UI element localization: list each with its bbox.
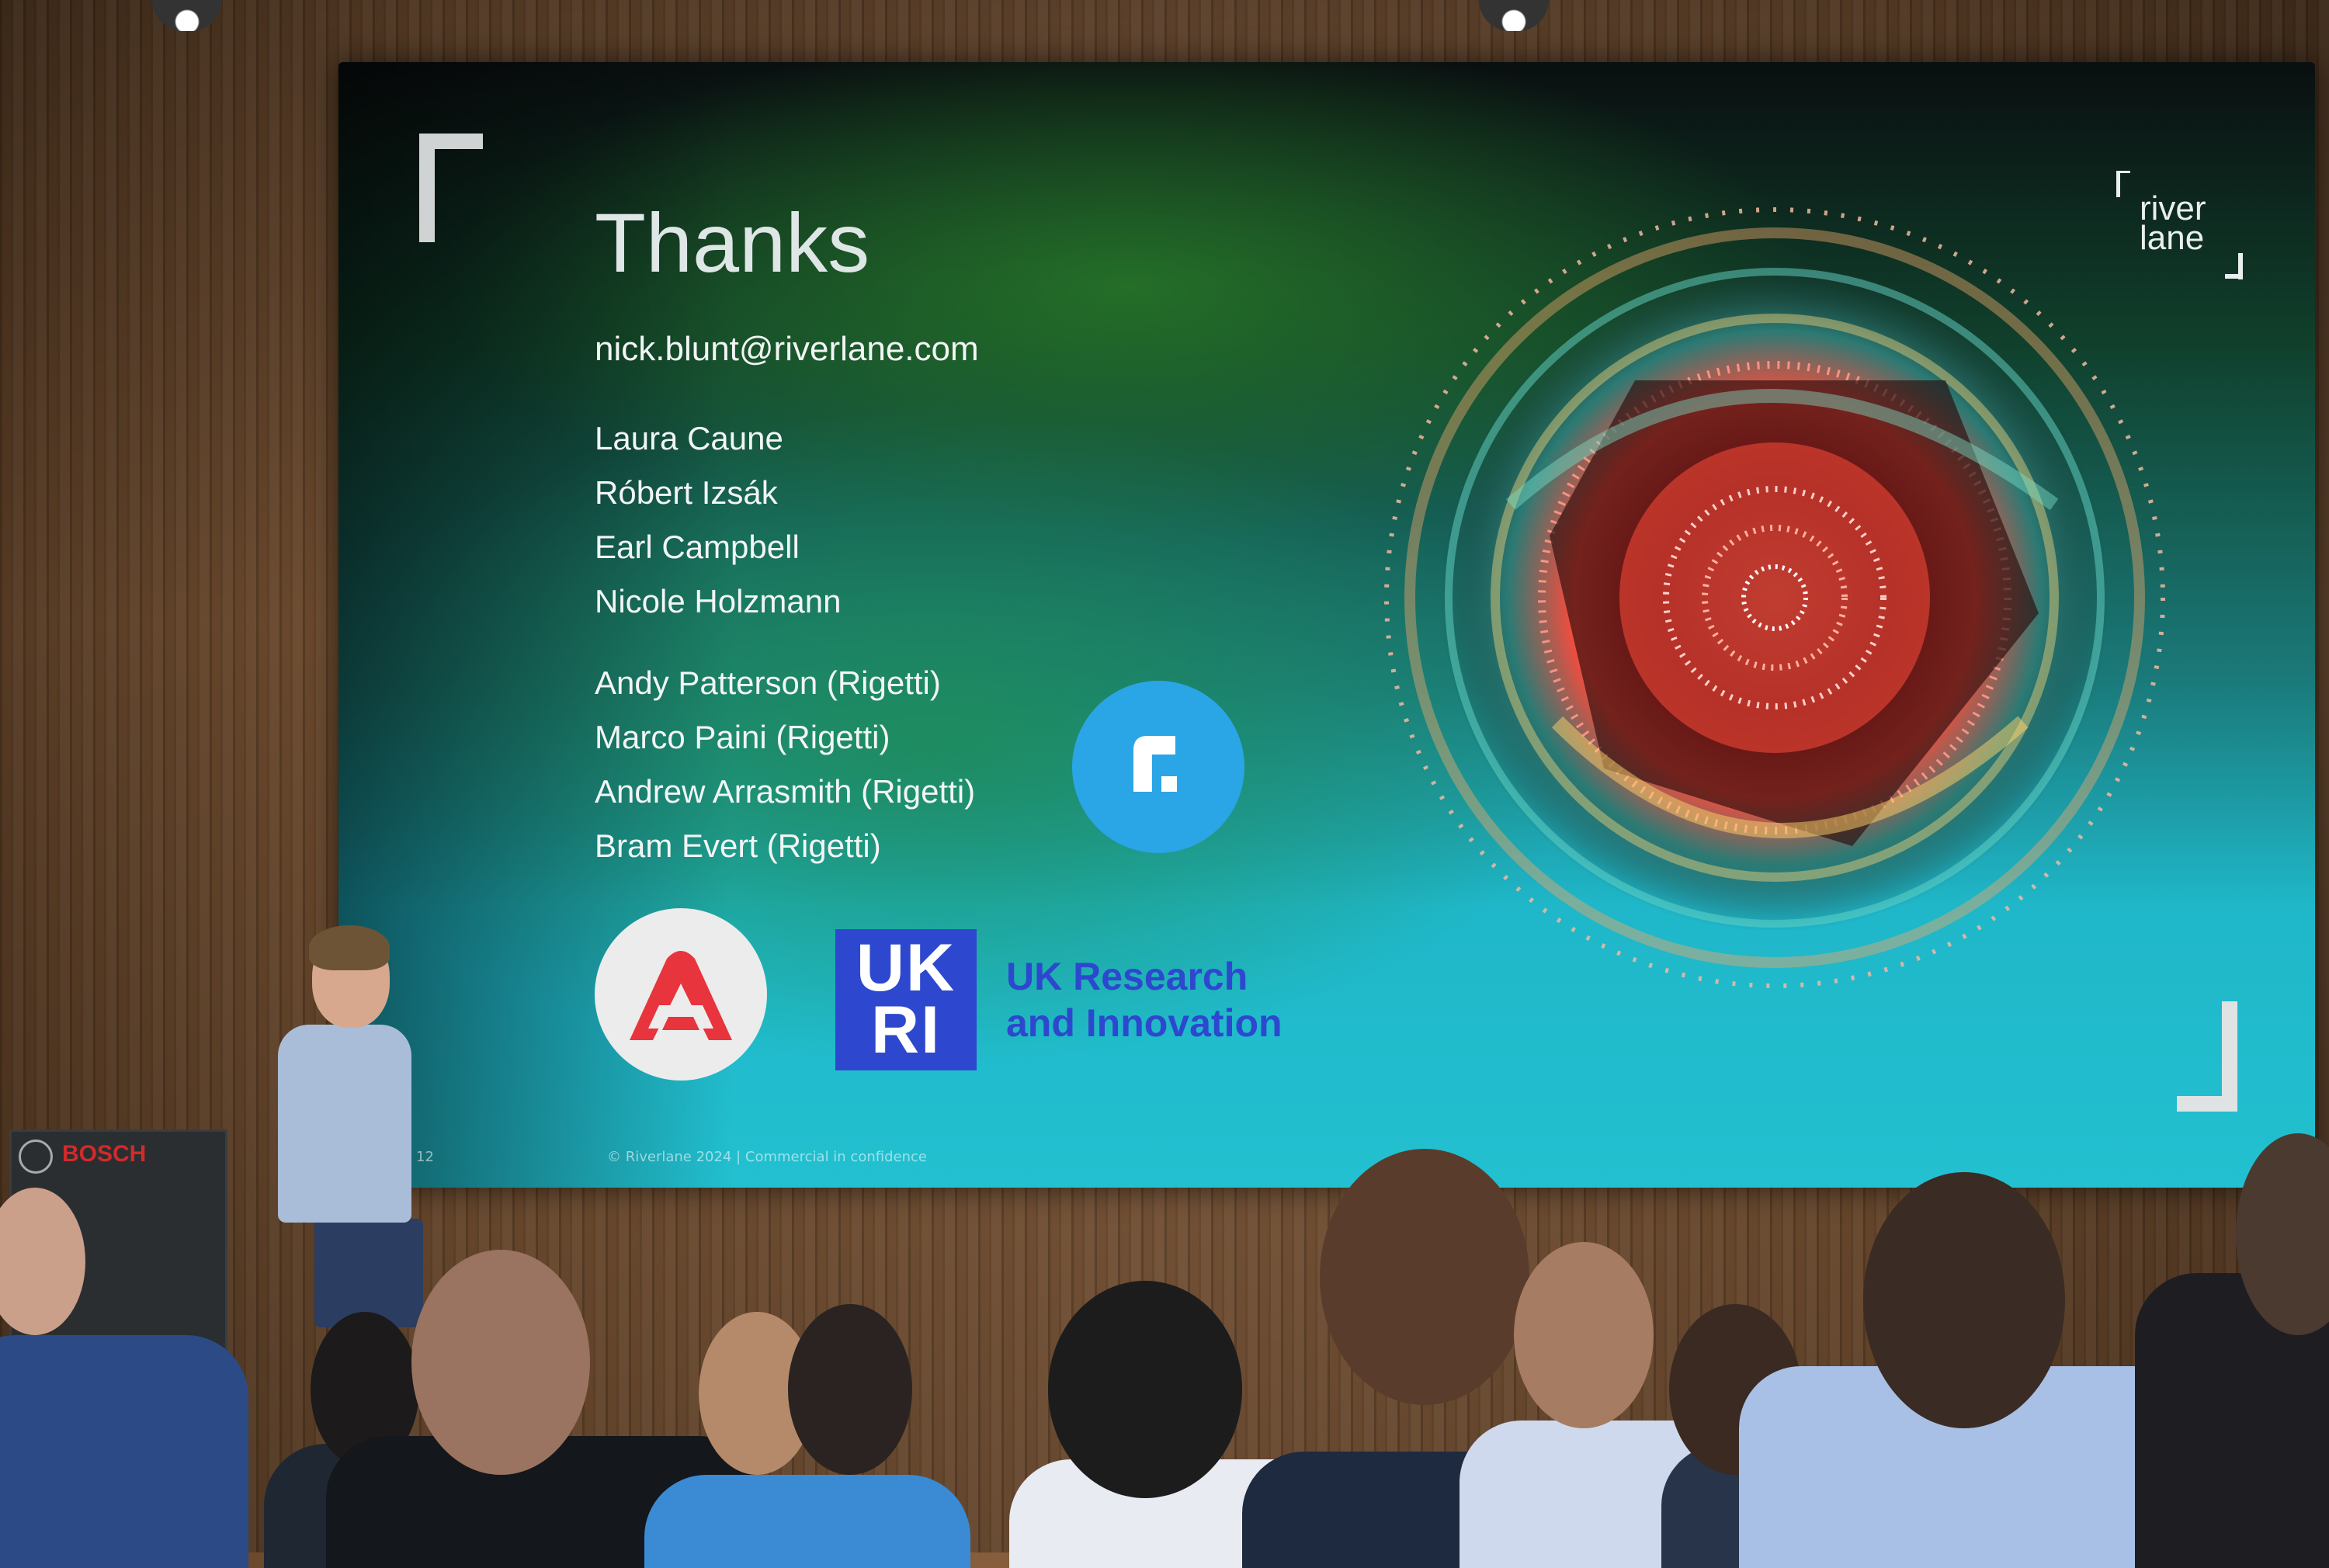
bracket-bottom-right xyxy=(2177,1001,2237,1112)
riverlane-mark-icon xyxy=(1133,736,1177,792)
slide-footer: © Riverlane 2024 | Commercial in confide… xyxy=(607,1149,927,1165)
speaker-legs xyxy=(314,1219,423,1327)
contact-email: nick.blunt@riverlane.com xyxy=(595,330,979,368)
collaborator: Andy Patterson (Rigetti) xyxy=(595,664,941,701)
team-member: Earl Campbell xyxy=(595,529,800,565)
audience-head xyxy=(1048,1281,1242,1498)
collaborator: Andrew Arrasmith (Rigetti) xyxy=(595,773,976,810)
quantum-spiral-artwork xyxy=(1384,207,2165,988)
rigetti-mark-icon xyxy=(630,951,732,1040)
team-member: Laura Caune xyxy=(595,420,783,456)
bosch-wordmark: BOSCH xyxy=(62,1141,147,1167)
audience-head xyxy=(1320,1149,1529,1405)
speaker-body xyxy=(278,1025,411,1223)
audience-member xyxy=(644,1475,970,1568)
bracket-top-left xyxy=(419,134,483,242)
audience-head xyxy=(411,1250,590,1475)
collaborator: Marco Paini (Rigetti) xyxy=(595,719,890,755)
bosch-logo-icon xyxy=(19,1140,53,1174)
team-member: Nicole Holzmann xyxy=(595,583,842,619)
presentation-screen: Thanks nick.blunt@riverlane.com Laura Ca… xyxy=(338,62,2315,1188)
audience-head xyxy=(1863,1172,2065,1428)
ukri-logo-mark: UK RI xyxy=(835,929,977,1070)
team-member: Róbert Izsák xyxy=(595,474,778,511)
collaborator-list: Andy Patterson (Rigetti) Marco Paini (Ri… xyxy=(595,656,975,873)
audience-member xyxy=(0,1335,248,1568)
collaborator: Bram Evert (Rigetti) xyxy=(595,827,881,864)
speaker-hair xyxy=(309,925,390,970)
audience-head xyxy=(1514,1242,1654,1428)
ukri-logo-text: UK Research and Innovation xyxy=(1006,955,1283,1045)
team-list: Laura Caune Róbert Izsák Earl Campbell N… xyxy=(595,411,841,629)
slide-title: Thanks xyxy=(595,196,870,290)
slide-number: 12 xyxy=(416,1149,434,1165)
audience-head xyxy=(788,1304,912,1475)
